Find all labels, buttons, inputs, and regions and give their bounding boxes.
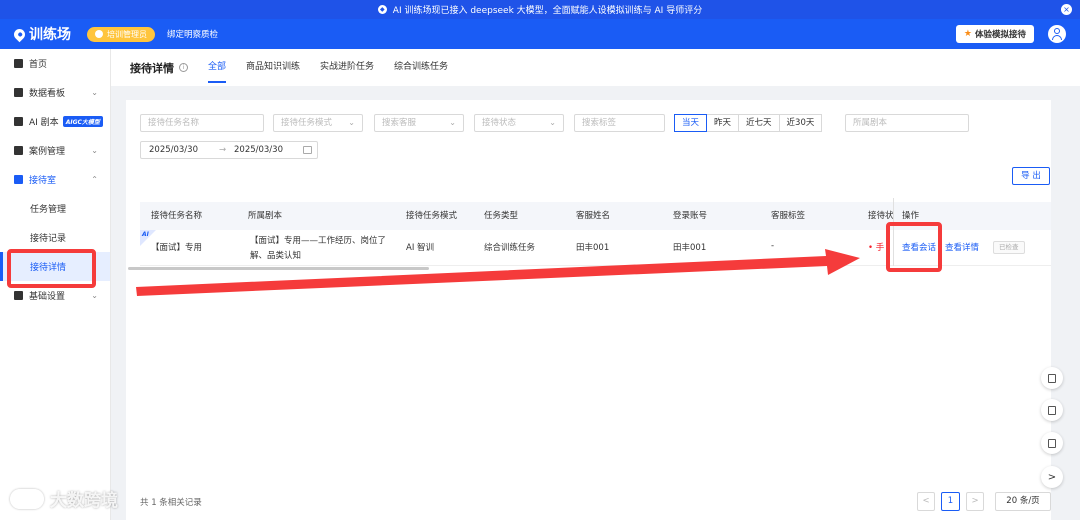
arrow-shape — [136, 249, 860, 296]
annotation-arrow — [136, 249, 860, 296]
watermark-logo-icon — [10, 488, 44, 509]
watermark-text: 大数跨境 — [50, 491, 118, 511]
watermark: 大数跨境 — [10, 486, 118, 511]
date-option-today[interactable]: 当天 — [674, 114, 708, 132]
